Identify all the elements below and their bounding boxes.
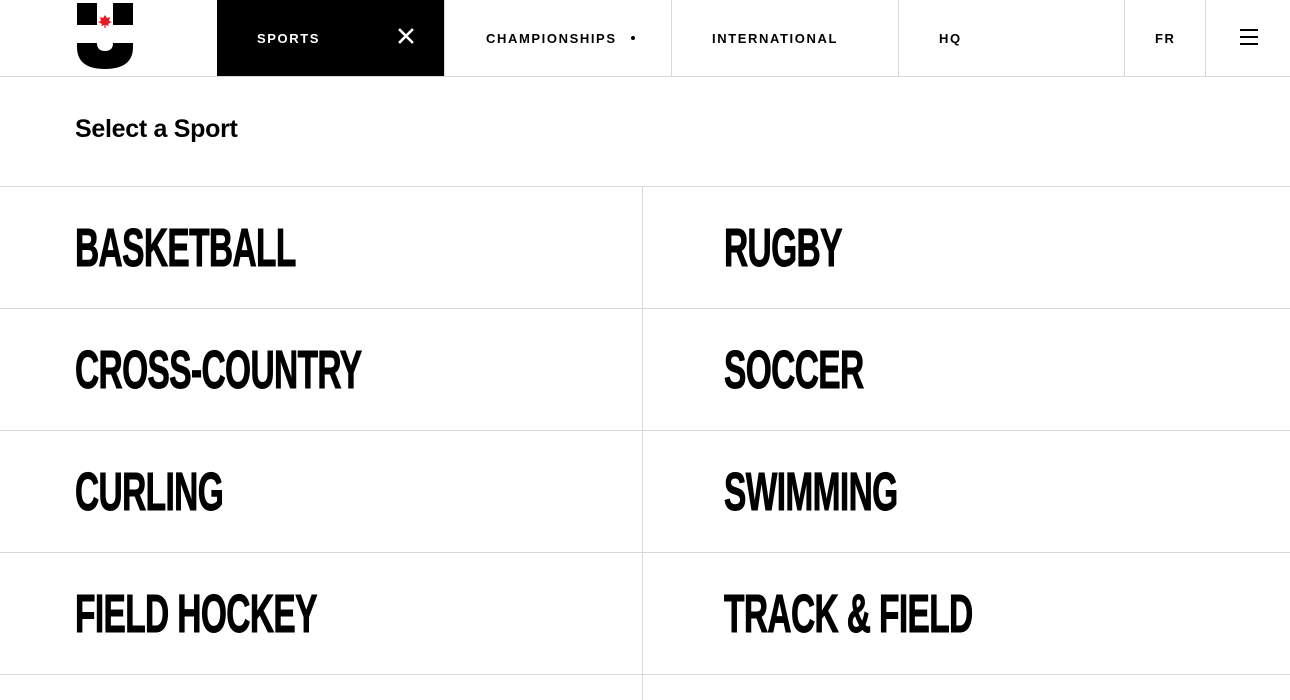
sport-row bbox=[0, 674, 1290, 700]
nav-tab-hq[interactable]: HQ bbox=[898, 0, 1124, 76]
dropdown-dot-icon bbox=[631, 36, 635, 40]
sport-row: CROSS-COUNTRY SOCCER bbox=[0, 308, 1290, 431]
sport-link-next[interactable] bbox=[0, 675, 643, 700]
sport-link-cross-country[interactable]: CROSS-COUNTRY bbox=[0, 309, 643, 431]
sport-name: CURLING bbox=[75, 462, 224, 522]
sport-link-swimming[interactable]: SWIMMING bbox=[643, 431, 1290, 553]
sport-row: FIELD HOCKEY TRACK & FIELD bbox=[0, 552, 1290, 675]
sport-link-rugby[interactable]: RUGBY bbox=[643, 187, 1290, 309]
sport-link-track-and-field[interactable]: TRACK & FIELD bbox=[643, 553, 1290, 675]
sport-link-curling[interactable]: CURLING bbox=[0, 431, 643, 553]
sport-grid: BASKETBALL RUGBY CROSS-COUNTRY SOCCER CU… bbox=[0, 186, 1290, 700]
sport-name: SOCCER bbox=[724, 340, 865, 400]
nav-tab-international[interactable]: INTERNATIONAL bbox=[671, 0, 898, 76]
sport-row: CURLING SWIMMING bbox=[0, 430, 1290, 553]
page-title: Select a Sport bbox=[75, 115, 238, 143]
sport-row: BASKETBALL RUGBY bbox=[0, 186, 1290, 309]
nav-tab-sports-label: SPORTS bbox=[257, 30, 321, 46]
nav-tab-championships[interactable]: CHAMPIONSHIPS bbox=[444, 0, 671, 76]
top-navigation-bar: SPORTS CHAMPIONSHIPS INTERNATIONAL HQ FR bbox=[0, 0, 1290, 77]
language-toggle-fr[interactable]: FR bbox=[1124, 0, 1205, 76]
sport-name: SWIMMING bbox=[724, 462, 899, 522]
sport-link-field-hockey[interactable]: FIELD HOCKEY bbox=[0, 553, 643, 675]
u-sports-logo bbox=[77, 3, 133, 69]
sport-name: BASKETBALL bbox=[75, 218, 297, 278]
nav-tab-championships-label: CHAMPIONSHIPS bbox=[486, 30, 617, 46]
nav-tab-international-label: INTERNATIONAL bbox=[712, 30, 838, 46]
sport-link-basketball[interactable]: BASKETBALL bbox=[0, 187, 643, 309]
logo-link[interactable] bbox=[0, 0, 217, 76]
sport-name: TRACK & FIELD bbox=[724, 584, 974, 644]
nav-tab-sports[interactable]: SPORTS bbox=[217, 0, 444, 76]
hamburger-menu-icon[interactable] bbox=[1240, 28, 1258, 46]
nav-tab-hq-label: HQ bbox=[939, 30, 962, 46]
close-icon[interactable] bbox=[397, 27, 415, 45]
sport-name: FIELD HOCKEY bbox=[75, 584, 318, 644]
menu-button[interactable] bbox=[1205, 0, 1290, 76]
sport-link-next[interactable] bbox=[643, 675, 1290, 700]
language-toggle-label: FR bbox=[1155, 30, 1176, 46]
sport-link-soccer[interactable]: SOCCER bbox=[643, 309, 1290, 431]
sport-name: CROSS-COUNTRY bbox=[75, 340, 363, 400]
sport-name: RUGBY bbox=[724, 218, 843, 278]
